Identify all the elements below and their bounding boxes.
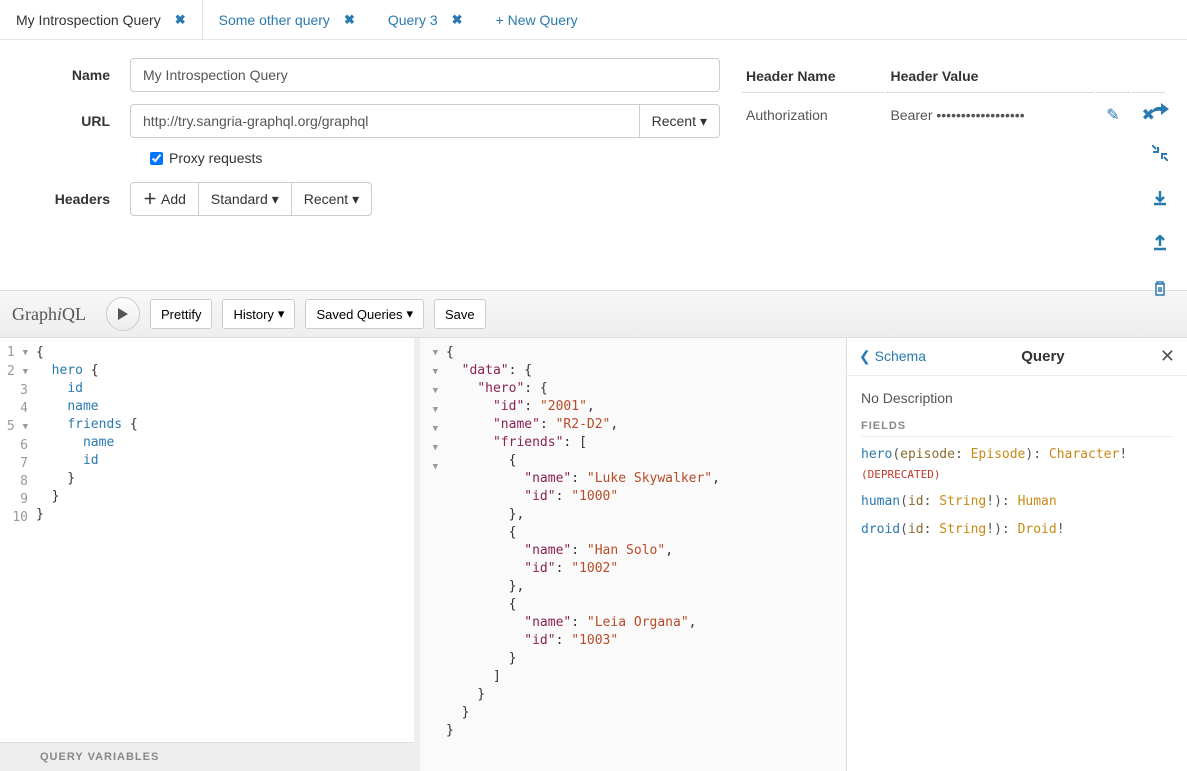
- name-input[interactable]: [130, 58, 720, 92]
- docs-pane: ❮ Schema Query ✕ No Description FIELDS h…: [847, 338, 1187, 771]
- tab-label: Some other query: [219, 12, 330, 28]
- tab-label: My Introspection Query: [16, 12, 161, 28]
- line-gutter: 1 ▼2 ▼3 4 5 ▼6 7 8 9 10: [0, 344, 36, 742]
- header-name-col: Header Name: [742, 60, 884, 93]
- chevron-down-icon: ▾: [278, 306, 285, 322]
- recent-url-button[interactable]: Recent▾: [639, 104, 720, 138]
- close-icon[interactable]: ✖: [344, 12, 355, 28]
- fields-section-title: FIELDS: [861, 420, 1173, 437]
- close-icon[interactable]: ✖: [452, 12, 463, 28]
- share-icon[interactable]: [1145, 100, 1175, 121]
- header-name-cell: Authorization: [742, 95, 884, 135]
- docs-field[interactable]: droid(id: String!): Droid!: [861, 520, 1173, 540]
- edit-icon[interactable]: ✎: [1100, 107, 1125, 124]
- table-row: Authorization Bearer •••••••••••••••••• …: [742, 95, 1165, 135]
- docs-field[interactable]: human(id: String!): Human: [861, 492, 1173, 512]
- tab-label: Query 3: [388, 12, 438, 28]
- url-label: URL: [20, 113, 130, 129]
- prettify-button[interactable]: Prettify: [150, 299, 212, 329]
- chevron-down-icon: ▾: [406, 306, 413, 322]
- close-icon[interactable]: ✕: [1160, 346, 1175, 367]
- query-editor[interactable]: 1 ▼2 ▼3 4 5 ▼6 7 8 9 10 { hero { id name…: [0, 338, 414, 742]
- url-input[interactable]: [130, 104, 640, 138]
- action-column: [1145, 100, 1175, 301]
- query-editor-pane: 1 ▼2 ▼3 4 5 ▼6 7 8 9 10 { hero { id name…: [0, 338, 420, 771]
- name-label: Name: [20, 67, 130, 83]
- headers-table: Header Name Header Value Authorization B…: [740, 58, 1167, 137]
- chevron-down-icon: ▾: [272, 191, 279, 208]
- query-code[interactable]: { hero { id name friends { name id } } }: [36, 344, 414, 742]
- docs-title: Query: [1021, 348, 1064, 365]
- docs-field[interactable]: hero(episode: Episode): Character! (DEPR…: [861, 445, 1173, 484]
- docs-back-button[interactable]: ❮ Schema: [859, 348, 926, 365]
- collapse-icon[interactable]: [1146, 145, 1174, 166]
- tab-item[interactable]: Some other query ✖: [203, 0, 372, 39]
- docs-description: No Description: [861, 390, 1173, 406]
- result-pane: ▼▼▼ ▼▼ ▼ ▼ { "data": { "hero": { "id": "…: [420, 338, 847, 771]
- main-panes: 1 ▼2 ▼3 4 5 ▼6 7 8 9 10 { hero { id name…: [0, 338, 1187, 771]
- saved-queries-button[interactable]: Saved Queries▾: [305, 299, 424, 329]
- upload-icon[interactable]: [1146, 235, 1174, 256]
- execute-button[interactable]: [106, 297, 140, 331]
- tab-item[interactable]: Query 3 ✖: [372, 0, 480, 39]
- header-value-cell: Bearer ••••••••••••••••••: [886, 95, 1094, 135]
- standard-headers-button[interactable]: Standard▾: [198, 182, 292, 216]
- proxy-label: Proxy requests: [169, 150, 262, 166]
- chevron-down-icon: ▾: [700, 113, 707, 130]
- history-button[interactable]: History▾: [222, 299, 295, 329]
- headers-label: Headers: [20, 191, 130, 207]
- new-tab-button[interactable]: + New Query: [480, 0, 595, 39]
- plus-icon: ＋: [143, 189, 157, 209]
- trash-icon[interactable]: [1146, 280, 1174, 301]
- graphiql-logo: GraphiQL: [12, 304, 86, 325]
- result-code: { "data": { "hero": { "id": "2001", "nam…: [446, 344, 846, 740]
- proxy-checkbox[interactable]: [150, 152, 163, 165]
- tab-bar: My Introspection Query ✖ Some other quer…: [0, 0, 1187, 40]
- line-gutter: ▼▼▼ ▼▼ ▼ ▼: [420, 344, 446, 740]
- graphiql-toolbar: GraphiQL Prettify History▾ Saved Queries…: [0, 290, 1187, 338]
- header-value-col: Header Value: [886, 60, 1094, 93]
- close-icon[interactable]: ✖: [175, 12, 186, 28]
- tab-item[interactable]: My Introspection Query ✖: [0, 0, 203, 39]
- recent-headers-button[interactable]: Recent▾: [291, 182, 372, 216]
- config-panel: Name URL Recent▾ Proxy requests Headers …: [0, 40, 1187, 290]
- query-variables-label[interactable]: QUERY VARIABLES: [0, 742, 414, 771]
- add-header-button[interactable]: ＋Add: [130, 182, 199, 216]
- download-icon[interactable]: [1146, 190, 1174, 211]
- save-button[interactable]: Save: [434, 299, 486, 329]
- chevron-down-icon: ▾: [352, 191, 359, 208]
